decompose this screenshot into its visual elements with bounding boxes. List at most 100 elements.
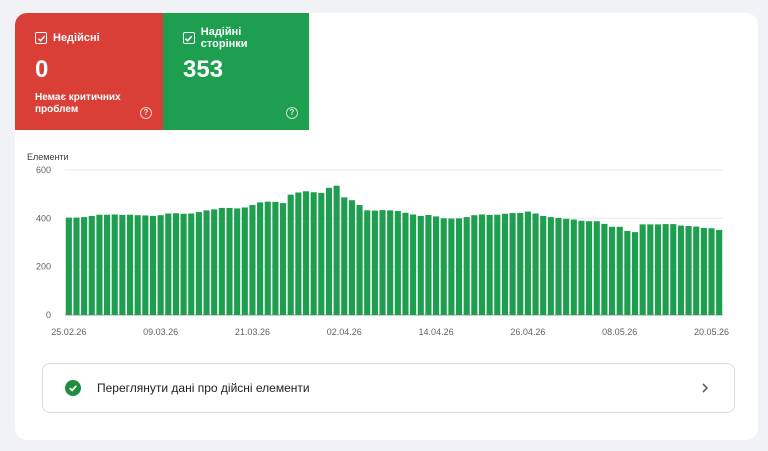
chart-bar[interactable]: [142, 215, 149, 315]
chart-bar[interactable]: [708, 228, 715, 315]
chart-bar[interactable]: [463, 217, 470, 316]
chart-bar[interactable]: [631, 232, 639, 315]
chart-bar[interactable]: [662, 224, 669, 315]
chart-bar[interactable]: [716, 229, 723, 315]
chart-bar[interactable]: [272, 201, 279, 315]
chart-bar[interactable]: [639, 224, 646, 316]
chart-bar[interactable]: [509, 213, 516, 315]
y-tick-label: 600: [36, 165, 51, 175]
chart-bar[interactable]: [609, 226, 616, 315]
chart-bar[interactable]: [578, 220, 585, 315]
help-icon[interactable]: ?: [286, 107, 298, 119]
chart-bar[interactable]: [302, 191, 310, 315]
chart-bar[interactable]: [295, 192, 302, 315]
chart-bar[interactable]: [318, 192, 325, 315]
chart-bar[interactable]: [241, 207, 248, 315]
chart-bar[interactable]: [379, 210, 386, 315]
chart-bar[interactable]: [218, 207, 225, 315]
chart-bar[interactable]: [586, 221, 593, 315]
chart-bar[interactable]: [65, 217, 72, 315]
chart-bar[interactable]: [341, 197, 348, 315]
chart-bar[interactable]: [563, 218, 570, 315]
chart-bar[interactable]: [547, 217, 554, 316]
chart-bar[interactable]: [325, 187, 333, 315]
y-tick-label: 400: [36, 213, 51, 223]
chart-bar[interactable]: [348, 200, 355, 315]
chart-bar[interactable]: [517, 213, 524, 315]
chart-bar[interactable]: [417, 215, 424, 315]
chart-bar[interactable]: [700, 228, 707, 315]
chart-bar[interactable]: [287, 194, 294, 315]
chart-bar[interactable]: [540, 215, 547, 315]
invalid-tile-label: Недійсні: [53, 32, 100, 44]
chart-bar[interactable]: [532, 213, 539, 316]
chart-bar[interactable]: [180, 213, 187, 315]
chart-bar[interactable]: [601, 223, 608, 315]
chart-bar[interactable]: [425, 214, 432, 315]
chart-bar[interactable]: [149, 215, 157, 315]
chart-bar[interactable]: [134, 215, 141, 315]
x-tick-label: 26.04.26: [510, 327, 545, 337]
chart-bar[interactable]: [356, 205, 363, 315]
chart-bar[interactable]: [264, 201, 271, 315]
chart-bar[interactable]: [104, 214, 111, 315]
view-valid-items-row[interactable]: Переглянути дані про дійсні елементи: [42, 363, 735, 413]
invalid-tile[interactable]: Недійсні 0 Немає критичних проблем ?: [15, 13, 163, 130]
chart-bar[interactable]: [693, 226, 700, 315]
chart-bar[interactable]: [111, 214, 118, 315]
checkbox-checked-icon[interactable]: [35, 32, 47, 44]
chart-bar[interactable]: [501, 213, 508, 315]
chart-bar[interactable]: [157, 215, 164, 315]
chart-bar[interactable]: [624, 230, 631, 315]
valid-tile[interactable]: Надійні сторінки 353 ?: [163, 13, 309, 130]
chart-bar[interactable]: [364, 210, 371, 315]
chart-bar[interactable]: [195, 212, 202, 315]
chart-bar[interactable]: [616, 226, 623, 315]
chart-bar[interactable]: [226, 207, 233, 315]
chart-bar[interactable]: [310, 192, 317, 315]
chart-bar[interactable]: [402, 212, 409, 315]
chart-bar[interactable]: [126, 214, 134, 315]
chart-bar[interactable]: [172, 213, 179, 315]
chart-bar[interactable]: [471, 215, 478, 315]
x-tick-label: 09.03.26: [143, 327, 178, 337]
chart-bar[interactable]: [88, 215, 95, 315]
chart-bar[interactable]: [81, 217, 88, 316]
chart-bar[interactable]: [486, 214, 493, 315]
chart-bar[interactable]: [448, 218, 455, 315]
chevron-right-icon[interactable]: [698, 381, 712, 395]
chart-bar[interactable]: [165, 213, 172, 316]
chart-bar[interactable]: [494, 214, 501, 315]
chart-bar[interactable]: [524, 211, 531, 315]
chart-bar[interactable]: [257, 202, 264, 315]
chart-bar[interactable]: [455, 218, 463, 315]
chart-bar[interactable]: [654, 224, 662, 316]
chart-bar[interactable]: [203, 210, 210, 315]
chart-bar[interactable]: [685, 226, 692, 315]
chart-bar[interactable]: [333, 185, 340, 315]
chart-bar[interactable]: [234, 208, 241, 315]
chart-bar[interactable]: [570, 219, 577, 315]
checkbox-checked-icon[interactable]: [183, 32, 195, 44]
chart-bar[interactable]: [280, 203, 287, 315]
chart-bar[interactable]: [433, 216, 440, 315]
chart-bar[interactable]: [73, 217, 80, 315]
chart-bar[interactable]: [670, 224, 677, 315]
chart-bar[interactable]: [188, 213, 195, 316]
chart-bar[interactable]: [119, 214, 126, 315]
chart-bar[interactable]: [96, 214, 103, 315]
chart-bar[interactable]: [677, 225, 684, 315]
chart-bar[interactable]: [410, 214, 417, 315]
chart-bar[interactable]: [371, 210, 378, 315]
chart-bar[interactable]: [211, 209, 218, 315]
chart-bar[interactable]: [249, 205, 256, 315]
chart-bar[interactable]: [555, 217, 562, 315]
chart-bar[interactable]: [387, 210, 394, 315]
chart-bar[interactable]: [478, 214, 486, 315]
chart-bar[interactable]: [593, 221, 600, 315]
help-icon[interactable]: ?: [140, 107, 152, 119]
check-circle-icon: [65, 380, 81, 396]
chart-bar[interactable]: [394, 211, 401, 315]
chart-bar[interactable]: [440, 218, 447, 315]
chart-bar[interactable]: [647, 224, 654, 316]
